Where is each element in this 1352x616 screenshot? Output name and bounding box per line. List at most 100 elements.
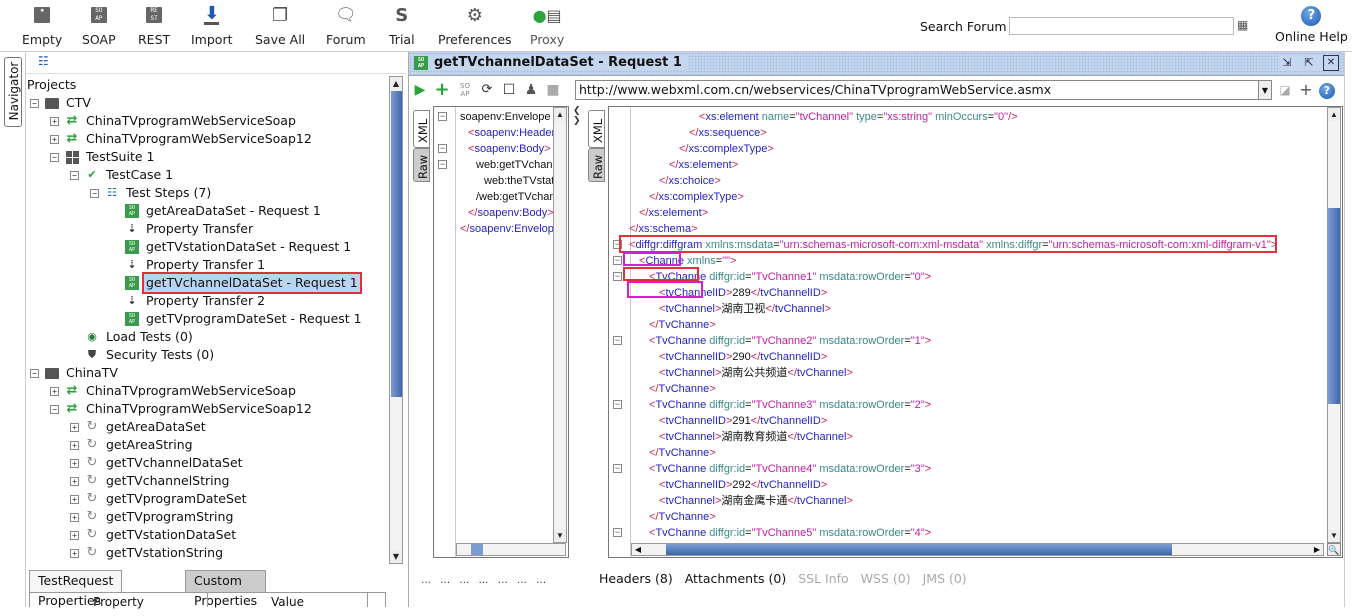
tab-headers[interactable]: Headers (8) bbox=[599, 571, 673, 586]
soap-button[interactable]: SO AP SOAP bbox=[82, 4, 116, 47]
expand-icon[interactable]: + bbox=[70, 458, 79, 468]
tree-item[interactable]: − TestSuite 1 bbox=[50, 148, 156, 166]
endpoint-url-field[interactable]: http://www.webxml.com.cn/webservices/Chi… bbox=[575, 80, 1259, 100]
expand-icon[interactable]: + bbox=[50, 134, 59, 144]
close-icon[interactable]: ✕ bbox=[1323, 55, 1339, 71]
tree-item[interactable]: + ↻ getTVprogramString bbox=[70, 508, 235, 526]
navigator-vertical-scrollbar[interactable]: ▲ ▼ bbox=[389, 76, 403, 564]
column-header-value[interactable]: Value bbox=[208, 593, 368, 609]
tree-item[interactable]: ⛊ Security Tests (0) bbox=[70, 346, 216, 364]
inspector-panel-edge[interactable] bbox=[1344, 52, 1352, 607]
collapse-icon[interactable]: − bbox=[90, 188, 99, 198]
collapse-icon[interactable]: − bbox=[50, 404, 59, 414]
clear-icon[interactable]: ◪ bbox=[1277, 82, 1293, 98]
expand-icon[interactable]: + bbox=[70, 548, 79, 558]
tree-item[interactable]: + ↻ getTVstationDataSet bbox=[70, 526, 238, 544]
fold-icon[interactable]: − bbox=[613, 240, 622, 249]
tab-testrequest-properties[interactable]: TestRequest Properties bbox=[29, 570, 123, 608]
tree-item[interactable]: + ↻ getAreaString bbox=[70, 436, 195, 454]
zoom-icon[interactable]: 🔍 bbox=[1327, 543, 1341, 556]
scrollbar-thumb[interactable] bbox=[666, 544, 1172, 555]
refresh-icon[interactable]: ⟳ bbox=[479, 82, 495, 98]
scrollbar-thumb[interactable] bbox=[391, 91, 402, 397]
tab-attachments[interactable]: Attachments (0) bbox=[685, 571, 786, 586]
preferences-button[interactable]: ⚙ Preferences bbox=[438, 4, 512, 48]
save-all-button[interactable]: ❐ Save All bbox=[255, 4, 305, 48]
tab-response-raw[interactable]: Raw bbox=[588, 148, 605, 182]
stop-icon[interactable]: ■ bbox=[545, 82, 561, 98]
scroll-down-arrow[interactable]: ▼ bbox=[390, 550, 402, 563]
fold-icon[interactable]: − bbox=[438, 144, 447, 153]
tree-item[interactable]: + ⇄ ChinaTVprogramWebServiceSoap12 bbox=[50, 130, 314, 148]
request-xml-editor[interactable]: soapenv:Envelope x − <soapenv:Header/> <soa… bbox=[433, 106, 569, 558]
response-xml-editor[interactable]: <xs:element name="tvChannel" type="xs:st… bbox=[608, 106, 1343, 558]
expand-icon[interactable]: + bbox=[70, 530, 79, 540]
expand-icon[interactable]: + bbox=[50, 386, 59, 396]
forum-button[interactable]: 🗨 Forum bbox=[326, 4, 366, 47]
tree-item[interactable]: − ChinaTV bbox=[30, 364, 120, 382]
response-horizontal-scrollbar[interactable]: ◀ ▶ bbox=[631, 543, 1324, 556]
scroll-up-arrow[interactable]: ▲ bbox=[554, 108, 566, 121]
tree-item[interactable]: ⇣ Property Transfer bbox=[110, 220, 255, 238]
tree-item[interactable]: − ⇄ ChinaTVprogramWebServiceSoap12 bbox=[50, 400, 314, 418]
expand-icon[interactable]: + bbox=[70, 494, 79, 504]
tree-item[interactable]: SO AP getAreaDataSet - Request 1 bbox=[110, 202, 323, 220]
tree-item[interactable]: − ✔ TestCase 1 bbox=[70, 166, 175, 184]
empty-button[interactable]: ✱ Empty bbox=[22, 4, 62, 47]
tree-item[interactable]: ◉ Load Tests (0) bbox=[70, 328, 195, 346]
fold-icon[interactable]: − bbox=[613, 528, 622, 537]
tree-item[interactable]: + ↻ getTVstationString bbox=[70, 544, 225, 562]
tree-item[interactable]: SO AP getTVstationDataSet - Request 1 bbox=[110, 238, 353, 256]
detach-icon[interactable]: ⇱ bbox=[1301, 55, 1317, 71]
request-horizontal-scrollbar[interactable] bbox=[456, 543, 566, 556]
fold-icon[interactable]: − bbox=[613, 400, 622, 409]
proxy-button[interactable]: ●▤ Proxy bbox=[530, 4, 564, 48]
tree-item[interactable]: + ↻ getTVchannelString bbox=[70, 472, 231, 490]
expand-icon[interactable]: + bbox=[50, 116, 59, 126]
import-button[interactable]: ⬇ Import bbox=[191, 4, 233, 47]
tree-item[interactable]: + ↻ getTVprogramDateSet bbox=[70, 490, 248, 508]
collapse-icon[interactable]: − bbox=[30, 98, 39, 108]
scroll-left-arrow[interactable]: ◀ bbox=[632, 544, 644, 555]
add-assertion-icon[interactable]: + bbox=[434, 81, 450, 99]
stamp-icon[interactable]: ♟ bbox=[523, 82, 539, 98]
expand-icon[interactable]: + bbox=[70, 440, 79, 450]
collapse-icon[interactable]: − bbox=[50, 152, 59, 162]
navigator-tab[interactable]: Navigator bbox=[4, 57, 22, 127]
scroll-right-arrow[interactable]: ▶ bbox=[1311, 544, 1323, 555]
fold-icon[interactable]: − bbox=[613, 336, 622, 345]
online-help-button[interactable]: ? Online Help bbox=[1275, 6, 1348, 48]
tree-item[interactable]: + ⇄ ChinaTVprogramWebServiceSoap bbox=[50, 382, 298, 400]
trial-button[interactable]: S Trial bbox=[389, 4, 415, 48]
request-vertical-scrollbar[interactable]: ▲ ▼ bbox=[553, 107, 567, 543]
fold-icon[interactable]: − bbox=[613, 464, 622, 473]
fold-icon[interactable]: − bbox=[438, 160, 447, 169]
expand-icon[interactable]: + bbox=[70, 512, 79, 522]
scroll-up-arrow[interactable]: ▲ bbox=[390, 77, 402, 90]
tree-item[interactable]: ⇣ Property Transfer 1 bbox=[110, 256, 267, 274]
fold-icon[interactable]: − bbox=[613, 272, 622, 281]
tree-item[interactable]: + ↻ getTVchannelDataSet bbox=[70, 454, 245, 472]
rest-button[interactable]: RE ST REST bbox=[138, 4, 170, 47]
tree-item[interactable]: SO AP getTVchannelDataSet - Request 1 bbox=[110, 272, 362, 294]
scrollbar-thumb[interactable] bbox=[471, 544, 483, 555]
search-forum-input[interactable] bbox=[1009, 17, 1234, 35]
expand-icon[interactable]: + bbox=[70, 422, 79, 432]
response-vertical-scrollbar[interactable]: ▲ ▼ bbox=[1327, 107, 1341, 543]
binoculars-icon[interactable]: ▦ bbox=[1237, 18, 1248, 32]
endpoint-dropdown-arrow[interactable]: ▼ bbox=[1258, 80, 1272, 100]
list-view-icon[interactable]: ☷ bbox=[38, 54, 49, 68]
tree-item[interactable]: + ↻ getAreaDataSet bbox=[70, 418, 208, 436]
tree-item[interactable]: + ⇄ ChinaTVprogramWebServiceSoap bbox=[50, 112, 298, 130]
scroll-down-arrow[interactable]: ▼ bbox=[1328, 529, 1340, 542]
run-icon[interactable]: ▶ bbox=[412, 82, 428, 98]
soap-icon[interactable]: SO AP bbox=[457, 82, 473, 98]
tree-item[interactable]: − ☷ Test Steps (7) bbox=[90, 184, 213, 202]
fold-icon[interactable]: − bbox=[438, 112, 447, 121]
expand-icon[interactable]: + bbox=[70, 476, 79, 486]
scroll-down-arrow[interactable]: ▼ bbox=[554, 529, 566, 542]
scroll-up-arrow[interactable]: ▲ bbox=[1328, 108, 1340, 121]
collapse-icon[interactable]: − bbox=[70, 170, 79, 180]
tab-request-xml[interactable]: XML bbox=[413, 110, 430, 148]
tree-root-projects[interactable]: Projects bbox=[27, 76, 76, 94]
